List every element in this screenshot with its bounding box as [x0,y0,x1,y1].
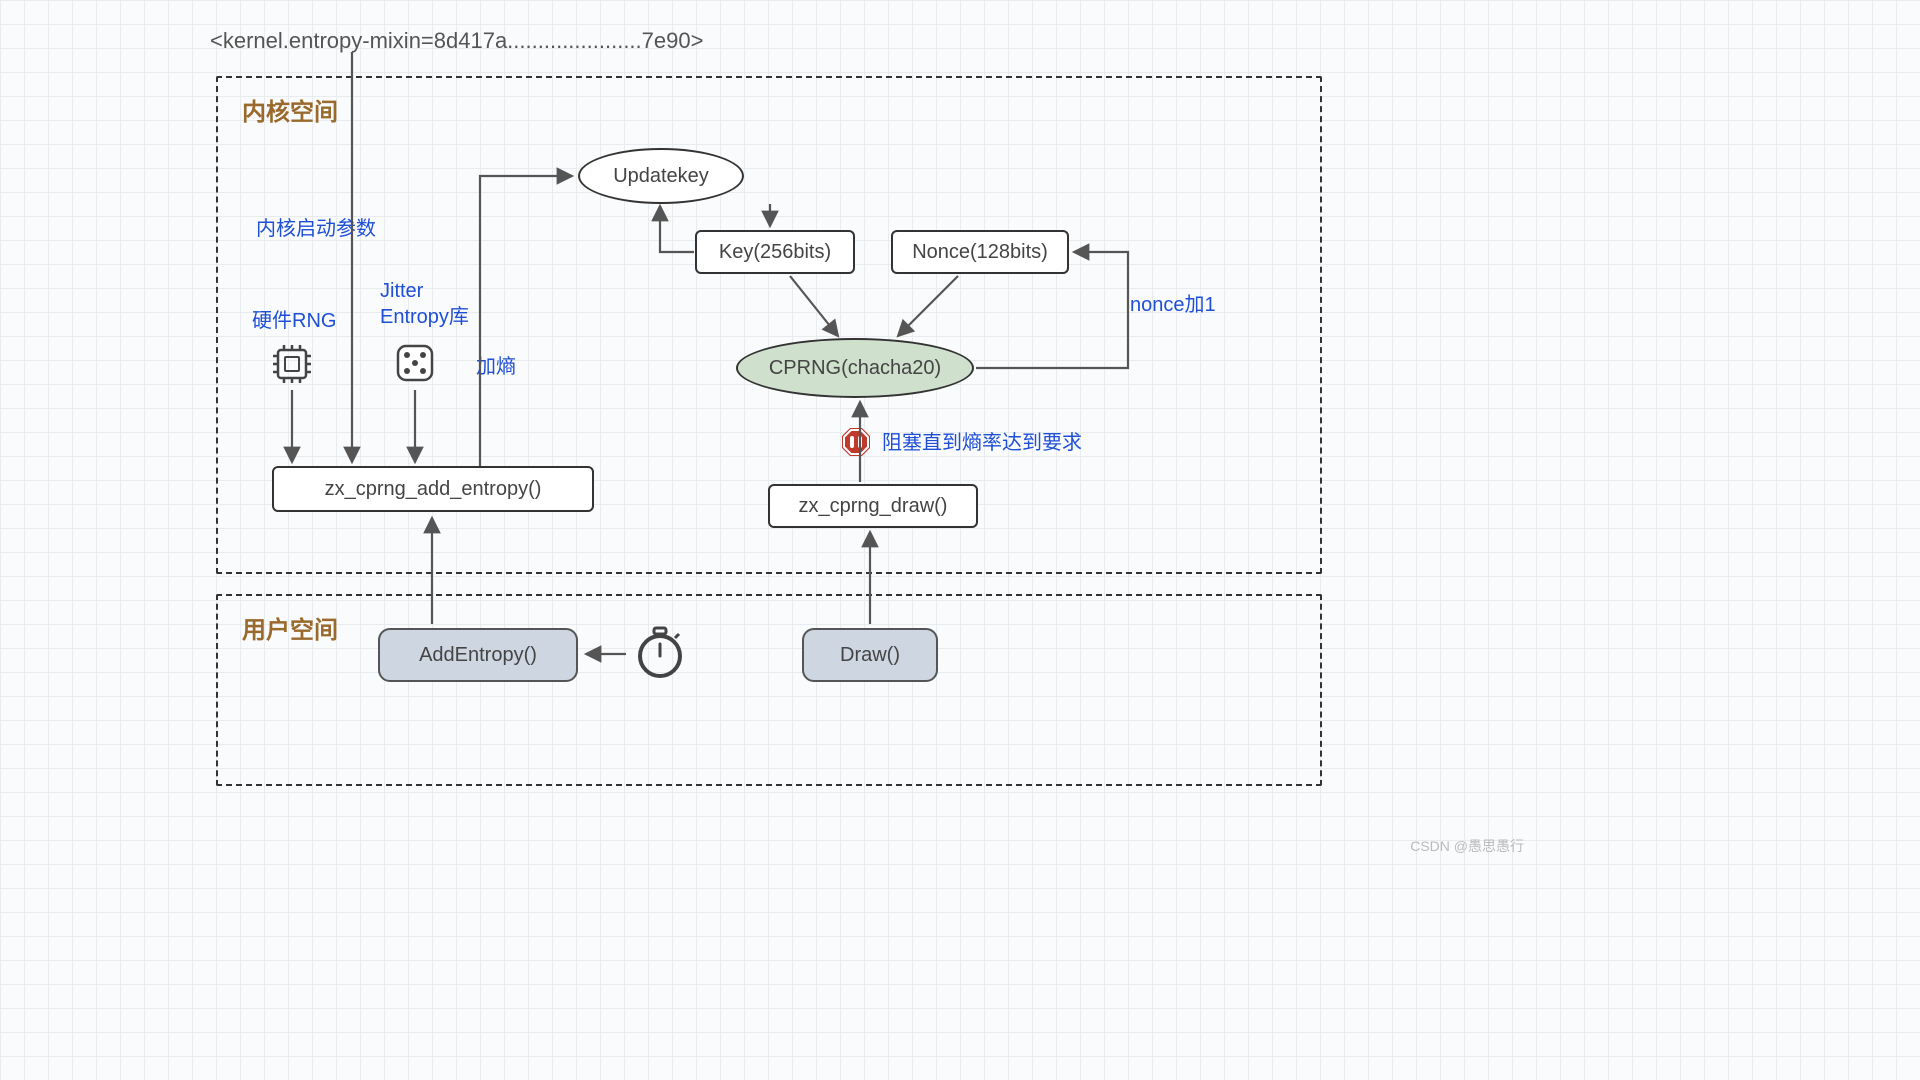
add-entropy-syscall-node: zx_cprng_add_entropy() [272,466,594,512]
user-space-box: 用户空间 [216,594,1322,786]
kernel-space-title: 内核空间 [242,92,338,127]
dice-icon [390,338,440,393]
add-entropy-cn-label: 加熵 [476,354,516,380]
updatekey-node: Updatekey [578,148,744,204]
watermark: CSDN @愚思愚行 [1410,836,1524,856]
draw-syscall-node: zx_cprng_draw() [768,484,978,528]
stopwatch-icon [630,622,690,687]
draw-user-node: Draw() [802,628,938,682]
hw-rng-label: 硬件RNG [252,308,336,334]
chip-icon [268,340,316,393]
header-text: <kernel.entropy-mixin=8d417a............… [210,28,703,54]
user-space-title: 用户空间 [242,610,338,645]
nonce-node: Nonce(128bits) [891,230,1069,274]
add-entropy-user-node: AddEntropy() [378,628,578,682]
nonce-plus-label: nonce加1 [1130,292,1216,318]
kernel-boot-param-label: 内核启动参数 [256,216,376,242]
cprng-node: CPRNG(chacha20) [736,338,974,398]
key-node: Key(256bits) [695,230,855,274]
block-until-label: 阻塞直到熵率达到要求 [882,430,1082,456]
jitter-label: JitterEntropy库 [380,278,469,330]
stop-icon [840,426,872,458]
